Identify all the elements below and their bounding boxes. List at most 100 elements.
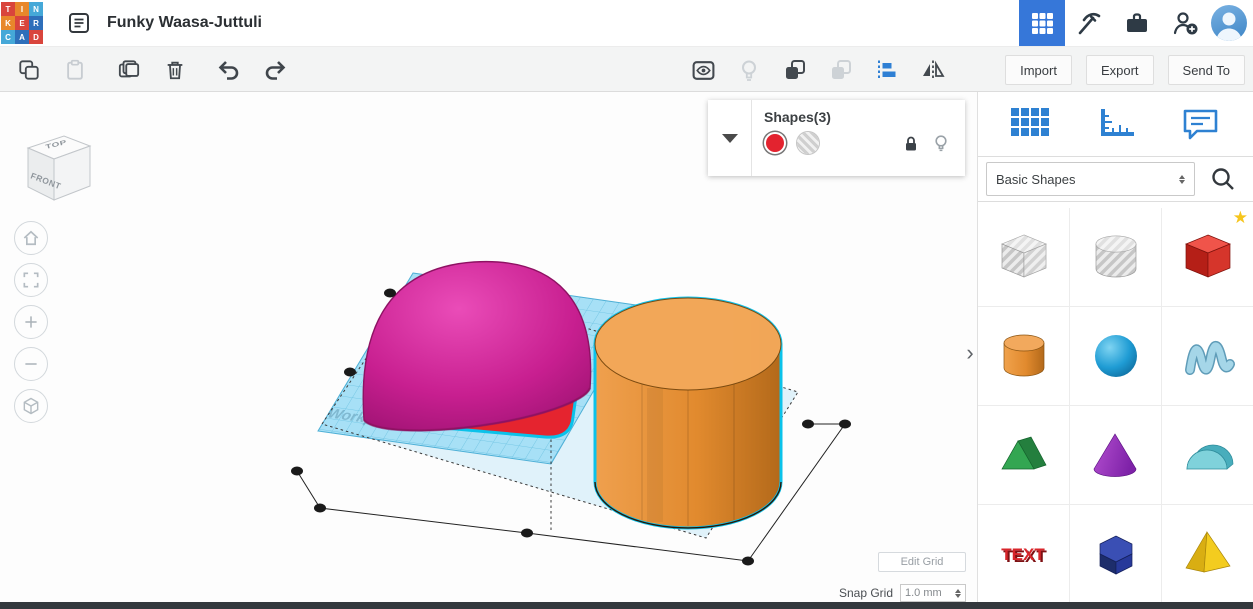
edit-grid-button[interactable]: Edit Grid xyxy=(878,552,966,572)
logo-tile: E xyxy=(15,16,29,30)
topbar-actions xyxy=(1019,0,1253,46)
view-cube[interactable]: TOP FRONT xyxy=(12,116,104,213)
workplane-grid-icon xyxy=(1011,108,1049,136)
lights-button[interactable] xyxy=(726,49,772,91)
handle-dot[interactable] xyxy=(384,288,396,298)
undo-button[interactable] xyxy=(206,49,252,91)
zoom-out-button[interactable] xyxy=(14,347,48,381)
export-button[interactable]: Export xyxy=(1085,55,1154,85)
shapes-library-panel: Basic Shapes ★ TEXT TEXT xyxy=(977,92,1253,609)
shape-tile-box-hole[interactable] xyxy=(978,208,1069,306)
pickaxe-icon xyxy=(1078,12,1101,35)
redo-button[interactable] xyxy=(252,49,298,91)
lock-icon[interactable] xyxy=(903,135,919,152)
send-to-button[interactable]: Send To xyxy=(1167,55,1245,85)
ungroup-button[interactable] xyxy=(818,49,864,91)
bottom-strip xyxy=(0,602,1253,609)
shape-tile-round-roof[interactable] xyxy=(1162,406,1253,504)
perspective-button[interactable] xyxy=(14,389,48,423)
logo-tile: N xyxy=(29,2,43,16)
sphere-icon xyxy=(1094,335,1137,377)
selection-dropdown-toggle[interactable] xyxy=(708,100,752,176)
color-swatch-red[interactable] xyxy=(764,132,786,154)
design-menu-button[interactable] xyxy=(57,1,101,45)
design-title[interactable]: Funky Waasa-Juttuli xyxy=(107,14,262,32)
snap-grid-control: Snap Grid 1.0 mm xyxy=(839,584,966,602)
shape-tile-cone[interactable] xyxy=(1070,406,1161,504)
briefcase-button[interactable] xyxy=(1113,0,1161,46)
document-list-icon xyxy=(69,13,89,33)
hole-material-swatch[interactable] xyxy=(797,132,819,154)
copy-button[interactable] xyxy=(6,49,52,91)
duplicate-button[interactable] xyxy=(106,49,152,91)
handle-dot[interactable] xyxy=(521,528,533,538)
undo-icon xyxy=(218,61,239,80)
paste-button[interactable] xyxy=(52,49,98,91)
category-dropdown[interactable]: Basic Shapes xyxy=(986,162,1195,196)
toolbar: Import Export Send To xyxy=(0,46,1253,92)
snap-grid-value: 1.0 mm xyxy=(905,587,942,599)
align-button[interactable] xyxy=(864,49,910,91)
person-add-button[interactable] xyxy=(1161,0,1209,46)
roof-icon xyxy=(1000,436,1047,470)
box-hole-icon xyxy=(1000,234,1047,278)
text-shape-face: TEXT xyxy=(1001,545,1045,564)
shape-tile-box[interactable]: ★ xyxy=(1162,208,1253,306)
handle-dot[interactable] xyxy=(314,503,326,513)
mirror-icon xyxy=(923,60,945,80)
panel-collapse-toggle[interactable]: › xyxy=(962,336,977,370)
cone-icon xyxy=(1093,433,1136,477)
logo-tile: I xyxy=(15,2,29,16)
logo-tile: T xyxy=(1,2,15,16)
handle-dot[interactable] xyxy=(839,419,851,429)
redo-icon xyxy=(265,61,286,80)
shape-tile-sphere[interactable] xyxy=(1070,307,1161,405)
shape-tile-cylinder-hole[interactable] xyxy=(1070,208,1161,306)
pickaxe-button[interactable] xyxy=(1065,0,1113,46)
handle-dot[interactable] xyxy=(344,367,356,377)
home-view-button[interactable] xyxy=(14,221,48,255)
io-buttons: Import Export Send To xyxy=(1005,48,1245,92)
snap-grid-select[interactable]: 1.0 mm xyxy=(900,584,966,602)
category-dropdown-value: Basic Shapes xyxy=(996,171,1076,187)
tinkercad-logo[interactable]: T I N K E R C A D xyxy=(1,2,43,44)
notes-tool-button[interactable] xyxy=(1175,98,1227,150)
avatar[interactable] xyxy=(1211,5,1247,41)
shape-tile-pyramid[interactable] xyxy=(1162,505,1253,603)
magnifier-icon xyxy=(1212,168,1234,190)
fit-view-icon xyxy=(23,272,39,288)
shape-tile-scribble[interactable] xyxy=(1162,307,1253,405)
handle-dot[interactable] xyxy=(742,556,754,566)
stepper-arrows-icon[interactable] xyxy=(955,588,961,598)
shape-cylinder[interactable] xyxy=(593,296,783,530)
shape-tile-roof[interactable] xyxy=(978,406,1069,504)
shape-dome[interactable] xyxy=(362,260,592,432)
shape-tile-cylinder[interactable] xyxy=(978,307,1069,405)
favorite-star-icon[interactable]: ★ xyxy=(1233,208,1248,228)
mirror-button[interactable] xyxy=(910,49,956,91)
shape-tile-polygon[interactable] xyxy=(1070,505,1161,603)
copy-icon xyxy=(19,60,39,80)
shape-tile-text[interactable]: TEXT TEXT xyxy=(978,505,1069,603)
logo-tile: C xyxy=(1,30,15,44)
fit-view-button[interactable] xyxy=(14,263,48,297)
group-icon xyxy=(786,60,805,79)
box-icon xyxy=(1184,234,1231,278)
import-button[interactable]: Import xyxy=(1005,55,1072,85)
delete-button[interactable] xyxy=(152,49,198,91)
handle-dot[interactable] xyxy=(802,419,814,429)
handle-dot[interactable] xyxy=(291,466,303,476)
lightbulb-icon[interactable] xyxy=(933,134,949,153)
apps-grid-button[interactable] xyxy=(1019,0,1065,46)
person-add-icon xyxy=(1173,12,1198,35)
briefcase-icon xyxy=(1127,13,1147,32)
duplicate-icon xyxy=(118,60,140,78)
ruler-tool-button[interactable] xyxy=(1090,98,1142,150)
search-button[interactable] xyxy=(1201,161,1245,197)
category-row: Basic Shapes xyxy=(978,156,1253,202)
group-button[interactable] xyxy=(772,49,818,91)
workplane-tool-button[interactable] xyxy=(1004,98,1056,150)
show-hidden-button[interactable] xyxy=(680,49,726,91)
viewport[interactable]: Workplane xyxy=(0,92,977,609)
zoom-in-button[interactable] xyxy=(14,305,48,339)
